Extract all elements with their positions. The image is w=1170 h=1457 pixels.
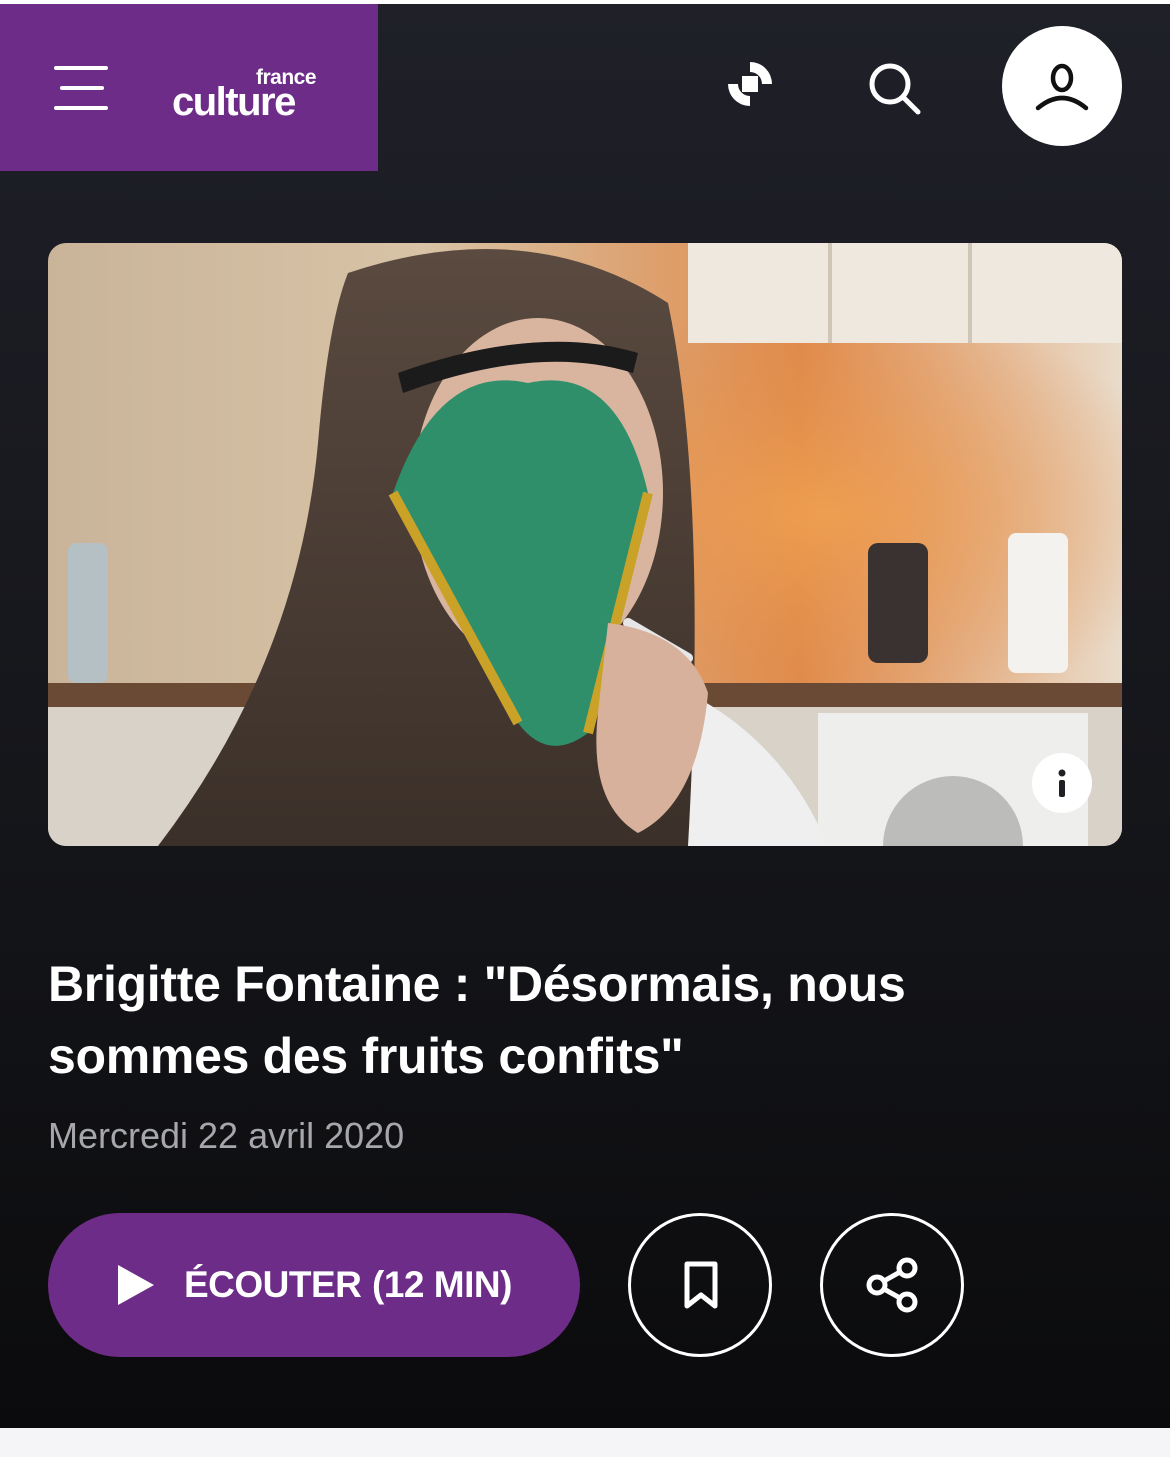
hamburger-menu-icon[interactable] bbox=[54, 66, 110, 114]
user-account-icon bbox=[1035, 63, 1089, 111]
share-icon bbox=[866, 1257, 918, 1313]
info-icon bbox=[1058, 769, 1066, 797]
article-date: Mercredi 22 avril 2020 bbox=[48, 1115, 405, 1156]
hero-photo bbox=[48, 243, 1122, 846]
bookmark-button[interactable] bbox=[628, 1213, 772, 1357]
listen-duration: (12 MIN) bbox=[372, 1264, 512, 1305]
listen-label: ÉCOUTER bbox=[184, 1264, 362, 1305]
article-title-line2: sommes des fruits confits" bbox=[48, 1028, 684, 1084]
listen-button[interactable]: ÉCOUTER (12 MIN) bbox=[48, 1213, 580, 1357]
play-icon bbox=[118, 1265, 154, 1305]
photo-info-button[interactable] bbox=[1032, 753, 1092, 813]
logo-big-text: culture bbox=[172, 80, 296, 124]
search-icon[interactable] bbox=[864, 58, 924, 118]
article-title: Brigitte Fontaine : "Désormais, nous som… bbox=[48, 948, 1122, 1092]
user-account-button[interactable] bbox=[1002, 26, 1122, 146]
page: france culture Brigitte Fontaine: "Déso… bbox=[0, 0, 1170, 1428]
bookmark-icon bbox=[684, 1261, 718, 1309]
brand-block: france culture bbox=[0, 4, 378, 171]
article-title-line1: Brigitte Fontaine : "Désormais, nous bbox=[48, 956, 906, 1012]
radio-live-icon[interactable] bbox=[722, 56, 778, 112]
share-button[interactable] bbox=[820, 1213, 964, 1357]
